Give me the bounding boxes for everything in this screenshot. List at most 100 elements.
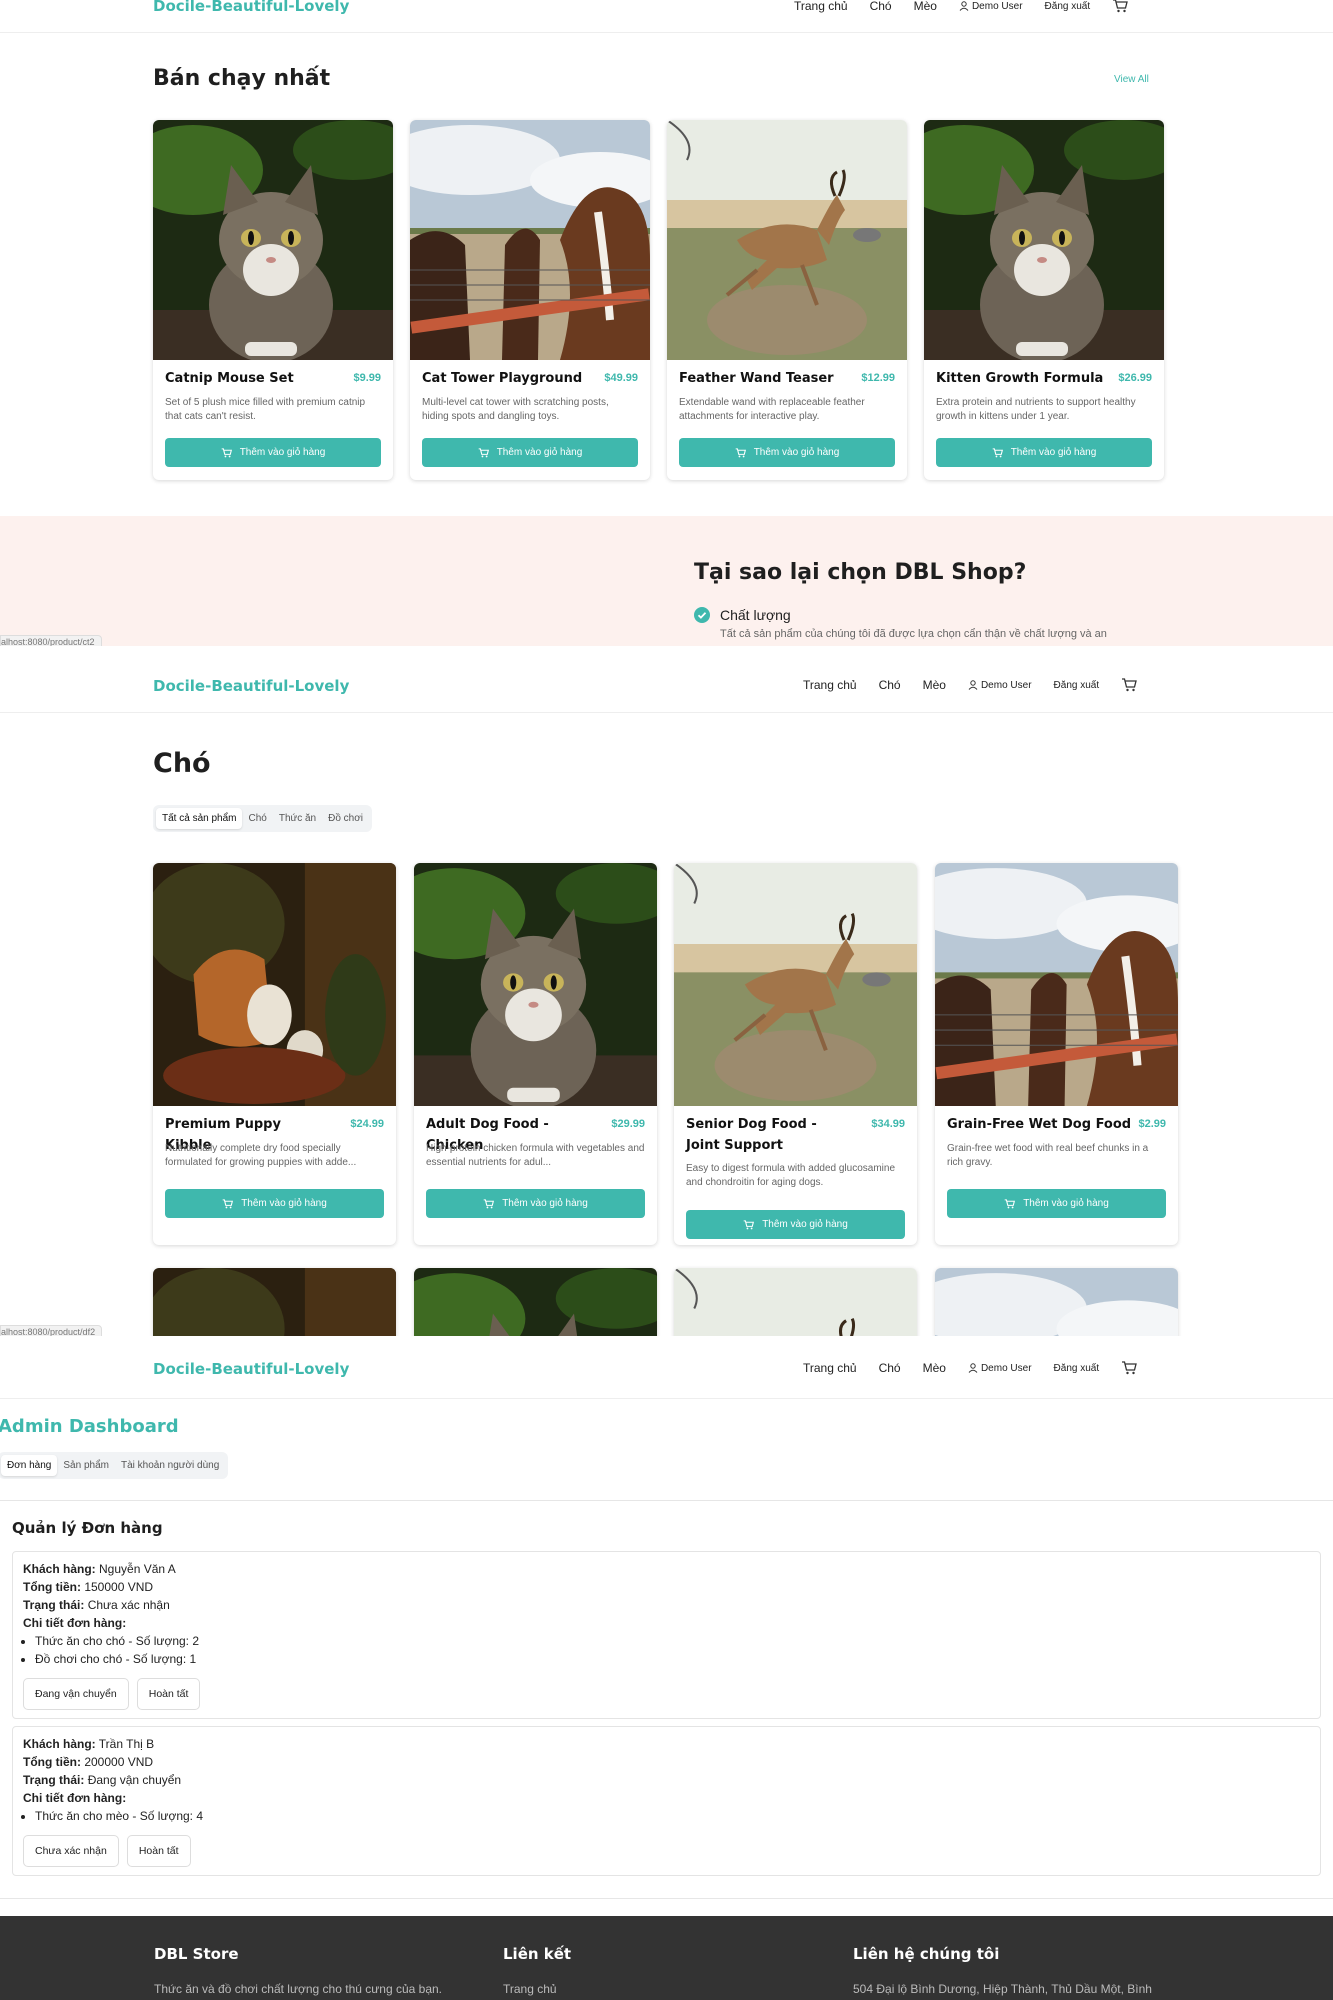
tab-food[interactable]: Thức ăn xyxy=(273,808,322,829)
customer-name: Nguyễn Văn A xyxy=(99,1562,176,1576)
dog-page: Docile-Beautiful-Lovely Trang chủ Chó Mè… xyxy=(0,646,1333,1336)
product-price: $34.99 xyxy=(871,1118,905,1130)
add-to-cart-button[interactable]: Thêm vào giỏ hàng xyxy=(426,1189,645,1218)
nav-dog[interactable]: Chó xyxy=(870,0,892,13)
order-total: Tổng tiền: 150000 VND xyxy=(23,1578,1310,1596)
nav-cat[interactable]: Mèo xyxy=(914,0,937,13)
product-card[interactable]: Kitten Growth Formula $26.99 Extra protein… xyxy=(924,120,1164,480)
cart-icon xyxy=(1004,1198,1016,1208)
nav-cat[interactable]: Mèo xyxy=(923,1361,946,1375)
status-value: Đang vận chuyển xyxy=(87,1773,182,1787)
product-description: Multi-level cat tower with scratching po… xyxy=(422,397,609,422)
product-description: Extra protein and nutrients to support h… xyxy=(936,397,1136,422)
user-icon xyxy=(968,1363,978,1373)
add-to-cart-button[interactable]: Thêm vào giỏ hàng xyxy=(679,438,895,467)
product-card[interactable]: Feather Wand Teaser $12.99 Extendable wand… xyxy=(667,120,907,480)
cart-icon[interactable] xyxy=(1112,0,1128,13)
product-price: $2.99 xyxy=(1138,1118,1166,1130)
tab-toys[interactable]: Đồ chơi xyxy=(322,808,369,829)
add-to-cart-label: Thêm vào giỏ hàng xyxy=(241,1198,327,1209)
product-name[interactable]: Catnip Mouse Set xyxy=(165,368,335,389)
product-name[interactable]: Grain-Free Wet Dog Food xyxy=(947,1114,1137,1135)
add-to-cart-button[interactable]: Thêm vào giỏ hàng xyxy=(422,438,638,467)
tab-orders[interactable]: Đơn hàng xyxy=(1,1455,58,1476)
product-image xyxy=(414,1268,657,1336)
product-price: $26.99 xyxy=(1118,372,1152,384)
cart-icon[interactable] xyxy=(1121,1361,1137,1375)
nav-user[interactable]: Demo User xyxy=(968,680,1032,691)
add-to-cart-button[interactable]: Thêm vào giỏ hàng xyxy=(686,1210,905,1239)
product-card[interactable]: Adult Dog Food - Chicken $29.99 High-prote… xyxy=(414,863,657,1245)
label-total: Tổng tiền: xyxy=(23,1580,81,1594)
product-name[interactable]: Kitten Growth Formula xyxy=(936,368,1106,389)
nav-home[interactable]: Trang chủ xyxy=(803,1361,857,1375)
product-card[interactable]: Premium Puppy Kibble $24.99 Nutritionally … xyxy=(153,863,396,1245)
nav-home[interactable]: Trang chủ xyxy=(803,678,857,692)
footer: DBL Store Thức ăn và đồ chơi chất lượng … xyxy=(0,1916,1333,2000)
add-to-cart-button[interactable]: Thêm vào giỏ hàng xyxy=(165,1189,384,1218)
status-value: Chưa xác nhận xyxy=(87,1598,170,1612)
nav-logout[interactable]: Đăng xuất xyxy=(1045,1,1091,12)
label-details: Chi tiết đơn hàng: xyxy=(23,1616,127,1630)
product-card[interactable]: Grain-Free Wet Dog Food $2.99 Grain-free w… xyxy=(935,863,1178,1245)
add-to-cart-label: Thêm vào giỏ hàng xyxy=(1010,447,1097,458)
nav-dog[interactable]: Chó xyxy=(879,1361,901,1375)
product-name[interactable]: Senior Dog Food - Joint Support xyxy=(686,1114,836,1156)
add-to-cart-button[interactable]: Thêm vào giỏ hàng xyxy=(165,438,381,467)
order-action-button[interactable]: Đang vận chuyển xyxy=(23,1678,129,1710)
order-action-button[interactable]: Chưa xác nhận xyxy=(23,1835,119,1867)
add-to-cart-label: Thêm vào giỏ hàng xyxy=(239,447,326,458)
header-divider xyxy=(0,32,1333,33)
brand-logo[interactable]: Docile-Beautiful-Lovely xyxy=(153,677,349,695)
tab-products[interactable]: Sản phẩm xyxy=(57,1455,115,1476)
product-card[interactable] xyxy=(935,1268,1178,1336)
nav-logout[interactable]: Đăng xuất xyxy=(1054,680,1100,691)
admin-tabs: Đơn hàng Sản phẩm Tài khoản người dùng xyxy=(0,1452,229,1479)
order-customer: Khách hàng: Trần Thị B xyxy=(23,1735,1310,1753)
brand-logo[interactable]: Docile-Beautiful-Lovely xyxy=(153,1360,349,1378)
product-description: High-protein chicken formula with vegeta… xyxy=(426,1143,645,1168)
product-card[interactable] xyxy=(674,1268,917,1336)
tab-users[interactable]: Tài khoản người dùng xyxy=(115,1455,225,1476)
tab-all[interactable]: Tất cả sản phẩm xyxy=(156,808,243,829)
add-to-cart-button[interactable]: Thêm vào giỏ hàng xyxy=(947,1189,1166,1218)
order-action-button[interactable]: Hoàn tất xyxy=(126,1835,191,1867)
section-title-bestseller: Bán chạy nhất xyxy=(153,66,331,91)
tab-dog[interactable]: Chó xyxy=(242,808,272,829)
add-to-cart-button[interactable]: Thêm vào giỏ hàng xyxy=(936,438,1152,467)
cart-icon xyxy=(992,447,1003,457)
footer-store-text: Thức ăn và đồ chơi chất lượng cho thú cư… xyxy=(154,1982,442,1996)
nav-cat[interactable]: Mèo xyxy=(923,678,946,692)
product-image xyxy=(674,1268,917,1336)
add-to-cart-label: Thêm vào giỏ hàng xyxy=(502,1198,588,1209)
nav-user-label: Demo User xyxy=(980,679,1032,691)
why-item-title: Chất lượng xyxy=(720,607,791,623)
cart-icon xyxy=(735,447,746,457)
label-details: Chi tiết đơn hàng: xyxy=(23,1791,127,1805)
nav-home[interactable]: Trang chủ xyxy=(794,0,848,13)
category-tabs: Tất cả sản phẩm Chó Thức ăn Đồ chơi xyxy=(153,805,373,832)
cart-icon[interactable] xyxy=(1121,678,1137,692)
nav-user[interactable]: Demo User xyxy=(959,1,1023,12)
footer-contact-address: 504 Đại lộ Bình Dương, Hiệp Thành, Thủ D… xyxy=(853,1982,1152,1996)
product-name[interactable]: Cat Tower Playground xyxy=(422,368,592,389)
brand-logo[interactable]: Docile-Beautiful-Lovely xyxy=(153,0,349,15)
product-image xyxy=(924,120,1164,360)
product-price: $24.99 xyxy=(350,1118,384,1130)
header-divider xyxy=(0,1398,1333,1399)
nav-user[interactable]: Demo User xyxy=(968,1363,1032,1374)
product-card[interactable] xyxy=(153,1268,396,1336)
footer-link-home[interactable]: Trang chủ xyxy=(503,1982,557,1996)
product-card[interactable] xyxy=(414,1268,657,1336)
nav-logout[interactable]: Đăng xuất xyxy=(1054,1363,1100,1374)
product-name[interactable]: Feather Wand Teaser xyxy=(679,368,849,389)
view-all-link[interactable]: View All xyxy=(1114,74,1149,85)
product-card[interactable]: Catnip Mouse Set $9.99 Set of 5 plush mice… xyxy=(153,120,393,480)
product-price: $49.99 xyxy=(604,372,638,384)
order-action-button[interactable]: Hoàn tất xyxy=(136,1678,201,1710)
nav-dog[interactable]: Chó xyxy=(879,678,901,692)
product-card[interactable]: Cat Tower Playground $49.99 Multi-level ca… xyxy=(410,120,650,480)
footer-contact-title: Liên hệ chúng tôi xyxy=(853,1945,1000,1963)
product-card[interactable]: Senior Dog Food - Joint Support $34.99 Eas… xyxy=(674,863,917,1245)
check-icon xyxy=(694,607,710,623)
